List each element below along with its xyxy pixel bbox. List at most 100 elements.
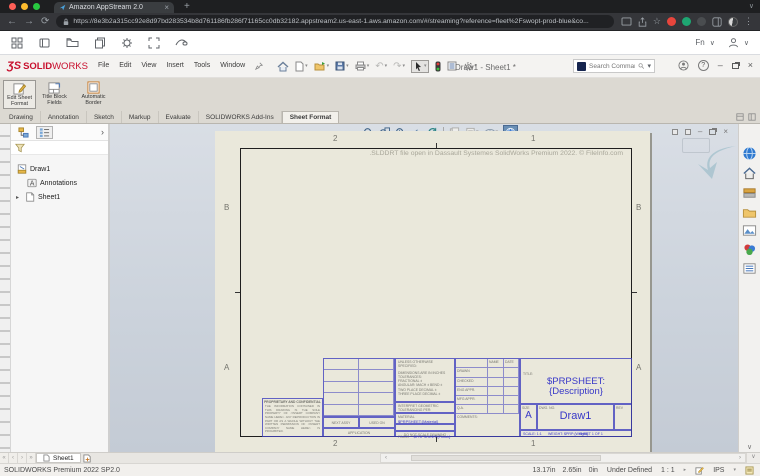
new-tab-button[interactable]: +: [184, 1, 190, 12]
edit-sheet-format-button[interactable]: Edit Sheet Format: [3, 80, 36, 109]
tree-item-sheet1[interactable]: ▸ Sheet1: [11, 190, 108, 204]
undo-button[interactable]: ↶ ▾: [375, 61, 387, 72]
title-value[interactable]: $PRPSHEET:{Description}: [533, 377, 619, 396]
display-pane-tab[interactable]: [36, 125, 53, 139]
add-sheet-button[interactable]: [81, 453, 95, 463]
automatic-border-button[interactable]: Automatic Border: [73, 80, 114, 109]
profile-chevron-icon[interactable]: ∨: [744, 39, 749, 47]
tab-solidworks-add-ins[interactable]: SOLIDWORKS Add-Ins: [199, 111, 282, 123]
panel-collapse-arrow[interactable]: ›: [101, 127, 104, 137]
drawing-sheet[interactable]: 2 1 2 1 B A B A .SLDDRT file open in Das…: [215, 131, 650, 452]
forward-icon[interactable]: →: [24, 16, 34, 27]
doc-dock-icon[interactable]: [671, 128, 678, 135]
units-selector[interactable]: IPS: [713, 467, 724, 474]
graphics-viewport[interactable]: – × ▾ ▾: [110, 124, 760, 452]
scroll-right-icon[interactable]: ›: [735, 455, 745, 461]
tab-annotation[interactable]: Annotation: [41, 111, 87, 123]
window-chevron-icon[interactable]: ∨: [749, 2, 754, 10]
open-document-button[interactable]: ▾: [314, 61, 329, 71]
bookmark-star-icon[interactable]: ☆: [653, 16, 661, 27]
browser-menu-icon[interactable]: ⋮: [744, 16, 753, 27]
menu-window[interactable]: Window: [220, 62, 245, 70]
sheet-nav-last-icon[interactable]: »: [27, 453, 36, 463]
view-palette-icon[interactable]: [742, 224, 757, 237]
app-catalog-icon[interactable]: [11, 37, 23, 49]
fullscreen-icon[interactable]: [148, 37, 160, 49]
settings-gear-icon[interactable]: [121, 37, 133, 49]
scroll-left-icon[interactable]: ‹: [381, 455, 391, 461]
macos-minimize-button[interactable]: [21, 3, 28, 10]
clipboard-icon[interactable]: [94, 37, 106, 49]
tab-markup[interactable]: Markup: [122, 111, 159, 123]
sidebar-icon[interactable]: [712, 16, 722, 27]
macos-close-button[interactable]: [9, 3, 16, 10]
tree-filter-row[interactable]: [11, 141, 108, 155]
address-bar[interactable]: https://8e3b2a315cc92e8d97bd283534b8d761…: [56, 15, 614, 28]
horizontal-scroll-thumb[interactable]: [411, 455, 601, 461]
edit-sheet-indicator-icon[interactable]: [695, 466, 705, 475]
ribbon-pin-icon[interactable]: [736, 113, 744, 121]
sheet-nav-next-icon[interactable]: ›: [18, 453, 27, 463]
extensions-puzzle-icon[interactable]: [697, 17, 706, 26]
tab-sketch[interactable]: Sketch: [87, 111, 122, 123]
search-chevron-icon[interactable]: ▾: [647, 62, 651, 70]
back-icon[interactable]: ←: [7, 16, 17, 27]
scrollbar-corner[interactable]: ∨: [746, 453, 760, 463]
rebuild-button[interactable]: [435, 61, 441, 72]
design-library-icon[interactable]: [742, 186, 757, 201]
restore-window-icon[interactable]: [731, 62, 739, 69]
ribbon-expand-icon[interactable]: [748, 113, 756, 121]
command-search-box[interactable]: ▾: [573, 59, 655, 73]
pin-menu-icon[interactable]: [255, 62, 264, 70]
extension-green-icon[interactable]: [682, 17, 691, 26]
share-icon[interactable]: [638, 16, 647, 27]
appearances-icon[interactable]: [742, 242, 757, 257]
horizontal-scrollbar[interactable]: ‹ ›: [380, 453, 746, 463]
print-button[interactable]: ▾: [355, 61, 369, 71]
tab-drawing[interactable]: Drawing: [2, 111, 41, 123]
menu-view[interactable]: View: [141, 62, 156, 70]
menu-tools[interactable]: Tools: [194, 62, 210, 70]
browser-tab[interactable]: Amazon AppStream 2.0 ×: [54, 2, 174, 13]
close-window-icon[interactable]: ×: [748, 61, 753, 70]
tree-item-draw1[interactable]: Draw1: [11, 162, 108, 176]
scale-chevron-icon[interactable]: ▸: [684, 467, 687, 473]
tab-close-icon[interactable]: ×: [164, 3, 169, 12]
login-user-icon[interactable]: [678, 60, 689, 71]
doc-minimize-icon[interactable]: –: [698, 127, 702, 136]
profile-avatar[interactable]: [728, 16, 738, 27]
menu-edit[interactable]: Edit: [119, 62, 131, 70]
fn-chevron-icon[interactable]: ∨: [710, 39, 715, 47]
reload-icon[interactable]: ⟳: [41, 16, 49, 27]
3dexperience-icon[interactable]: [742, 146, 757, 161]
menu-insert[interactable]: Insert: [166, 62, 184, 70]
save-button[interactable]: ▾: [335, 61, 349, 71]
minimize-window-icon[interactable]: –: [718, 61, 723, 70]
streaming-session-icon[interactable]: [175, 37, 188, 48]
custom-properties-icon[interactable]: [742, 262, 757, 275]
dual-monitor-icon[interactable]: [38, 37, 51, 49]
search-icon[interactable]: [638, 62, 645, 70]
sheet-nav-first-icon[interactable]: «: [0, 453, 9, 463]
tab-sheet-format[interactable]: Sheet Format: [281, 111, 340, 123]
dwg-no-value[interactable]: Draw1: [539, 410, 612, 422]
left-edge-scrollbar[interactable]: [0, 124, 11, 452]
my-files-icon[interactable]: [66, 37, 79, 48]
select-tool-button[interactable]: ▾: [411, 59, 429, 73]
taskpane-home-icon[interactable]: [742, 166, 757, 181]
feature-tree-tab[interactable]: [15, 126, 32, 139]
tree-item-annotations[interactable]: A Annotations: [11, 176, 108, 190]
title-block-fields-button[interactable]: Title Block Fields: [38, 80, 71, 109]
extension-red-icon[interactable]: [667, 17, 676, 26]
doc-pane-icon[interactable]: [684, 128, 691, 135]
menu-file[interactable]: File: [98, 62, 109, 70]
file-explorer-icon[interactable]: [742, 206, 757, 219]
vertical-scroll-down-icon[interactable]: ∨: [739, 443, 760, 451]
doc-close-icon[interactable]: ×: [723, 127, 728, 136]
units-chevron-icon[interactable]: ▾: [733, 467, 736, 473]
doc-restore-icon[interactable]: [709, 128, 717, 135]
home-button[interactable]: [277, 61, 289, 72]
cast-icon[interactable]: [621, 17, 632, 26]
tree-expander-icon[interactable]: ▸: [16, 194, 21, 201]
search-input[interactable]: [589, 62, 635, 70]
